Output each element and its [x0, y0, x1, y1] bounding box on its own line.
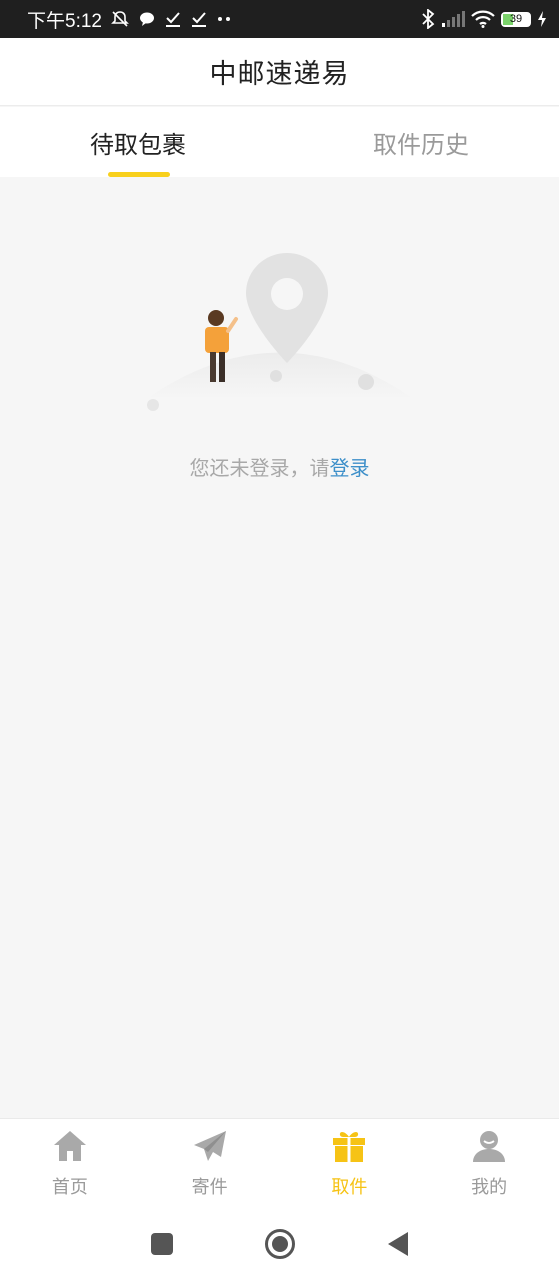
login-prompt-text: 您还未登录，请 [189, 456, 330, 480]
nav-item-pickup[interactable]: 取件 [280, 1119, 420, 1208]
chat-bubble-icon [138, 11, 156, 27]
paper-plane-icon [192, 1129, 228, 1167]
tab-pending-packages[interactable]: 待取包裹 [0, 107, 280, 177]
home-button[interactable] [264, 1228, 296, 1260]
signal-icon [441, 11, 465, 27]
nav-item-home[interactable]: 首页 [0, 1119, 140, 1208]
page-title: 中邮速递易 [209, 59, 350, 90]
tab-bar: 待取包裹 取件历史 [0, 107, 559, 177]
status-bar: 下午5:12 39 [0, 0, 559, 38]
empty-state-illustration [140, 245, 420, 425]
gift-icon [331, 1129, 367, 1167]
battery-level: 39 [509, 13, 523, 25]
nav-label: 取件 [331, 1177, 368, 1198]
more-dots-icon [216, 15, 232, 23]
login-link[interactable]: 登录 [330, 456, 370, 480]
wifi-icon [471, 10, 495, 28]
nav-item-send[interactable]: 寄件 [140, 1119, 280, 1208]
charging-icon [537, 11, 547, 27]
tab-pickup-history[interactable]: 取件历史 [280, 107, 559, 177]
nav-label: 我的 [471, 1177, 508, 1198]
back-button[interactable] [386, 1231, 410, 1257]
mute-bell-icon [110, 10, 130, 28]
battery-icon: 39 [501, 11, 531, 27]
empty-state-message: 您还未登录，请登录 [0, 452, 559, 481]
nav-label: 寄件 [191, 1177, 228, 1198]
tab-label: 取件历史 [373, 130, 469, 159]
check-icon [190, 11, 208, 27]
recent-apps-button[interactable] [150, 1232, 174, 1256]
status-time: 下午5:12 [27, 10, 102, 32]
bluetooth-icon [421, 9, 435, 29]
user-icon [471, 1129, 507, 1167]
system-nav-bar [0, 1208, 559, 1280]
active-tab-indicator [108, 172, 170, 177]
nav-label: 首页 [51, 1177, 88, 1198]
tab-label: 待取包裹 [90, 130, 186, 159]
check-icon [164, 11, 182, 27]
app-header: 中邮速递易 [0, 38, 559, 106]
home-icon [52, 1129, 88, 1167]
bottom-nav: 首页 寄件 取件 我的 [0, 1118, 559, 1208]
nav-item-mine[interactable]: 我的 [419, 1119, 559, 1208]
